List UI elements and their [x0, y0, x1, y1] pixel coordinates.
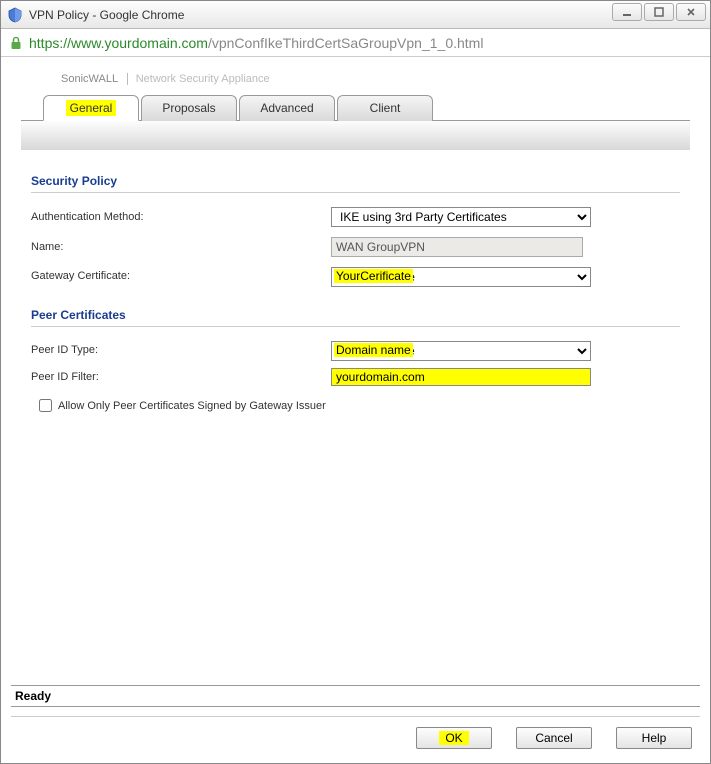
window-title: VPN Policy - Google Chrome	[29, 8, 184, 22]
button-bar: OK Cancel Help	[11, 716, 700, 749]
minimize-button[interactable]	[612, 3, 642, 21]
address-bar[interactable]: https://www.yourdomain.com /vpnConfIkeTh…	[1, 29, 710, 57]
content-area: SonicWALL Network Security Appliance Gen…	[1, 57, 710, 763]
auth-method-label: Authentication Method:	[31, 211, 331, 223]
status-bar: Ready	[11, 685, 700, 707]
tab-proposals[interactable]: Proposals	[141, 95, 237, 121]
tab-label: Client	[370, 101, 401, 115]
ok-button-label: OK	[439, 731, 468, 745]
breadcrumb-brand: SonicWALL	[61, 73, 118, 85]
url-host: https://www.yourdomain.com	[29, 35, 208, 51]
close-button[interactable]	[676, 3, 706, 21]
gateway-cert-select[interactable]: YourCerificate	[331, 267, 591, 287]
tab-advanced[interactable]: Advanced	[239, 95, 335, 121]
help-button[interactable]: Help	[616, 727, 692, 749]
cancel-button-label: Cancel	[535, 731, 572, 745]
tab-label: Proposals	[162, 101, 215, 115]
name-value: WAN GroupVPN	[331, 237, 583, 257]
breadcrumb-product: Network Security Appliance	[127, 73, 270, 85]
allow-only-checkbox[interactable]	[39, 399, 52, 412]
lock-icon	[9, 36, 23, 50]
auth-method-select[interactable]: IKE using 3rd Party Certificates	[331, 207, 591, 227]
tab-label: General	[66, 100, 117, 116]
url-path: /vpnConfIkeThirdCertSaGroupVpn_1_0.html	[208, 35, 483, 51]
row-peer-id-filter: Peer ID Filter:	[31, 368, 680, 386]
section-title: Peer Certificates	[31, 308, 680, 327]
section-security-policy: Security Policy Authentication Method: I…	[31, 174, 680, 284]
row-peer-id-type: Peer ID Type: Domain name Domain name	[31, 341, 680, 358]
row-name: Name: WAN GroupVPN	[31, 237, 680, 257]
tab-general[interactable]: General	[43, 95, 139, 121]
tab-underlay	[21, 120, 690, 150]
section-peer-certificates: Peer Certificates Peer ID Type: Domain n…	[31, 308, 680, 415]
row-gateway-cert: Gateway Certificate: YourCerificate Your…	[31, 267, 680, 284]
tab-strip: General Proposals Advanced Client	[43, 95, 690, 121]
window-controls	[612, 3, 706, 21]
section-title: Security Policy	[31, 174, 680, 193]
cancel-button[interactable]: Cancel	[516, 727, 592, 749]
peer-id-type-select[interactable]: Domain name	[331, 341, 591, 361]
allow-only-label: Allow Only Peer Certificates Signed by G…	[58, 400, 326, 412]
status-text: Ready	[15, 689, 51, 703]
ok-button[interactable]: OK	[416, 727, 492, 749]
gateway-cert-label: Gateway Certificate:	[31, 270, 331, 282]
row-allow-only: Allow Only Peer Certificates Signed by G…	[35, 396, 680, 415]
tab-client[interactable]: Client	[337, 95, 433, 121]
peer-id-type-label: Peer ID Type:	[31, 344, 331, 356]
peer-id-filter-input[interactable]	[331, 368, 591, 386]
help-button-label: Help	[642, 731, 667, 745]
maximize-button[interactable]	[644, 3, 674, 21]
name-label: Name:	[31, 241, 331, 253]
row-auth-method: Authentication Method: IKE using 3rd Par…	[31, 207, 680, 227]
peer-id-filter-label: Peer ID Filter:	[31, 371, 331, 383]
breadcrumb: SonicWALL Network Security Appliance	[21, 67, 690, 95]
app-icon	[7, 7, 23, 23]
tab-label: Advanced	[260, 101, 313, 115]
window-titlebar: VPN Policy - Google Chrome	[1, 1, 710, 29]
